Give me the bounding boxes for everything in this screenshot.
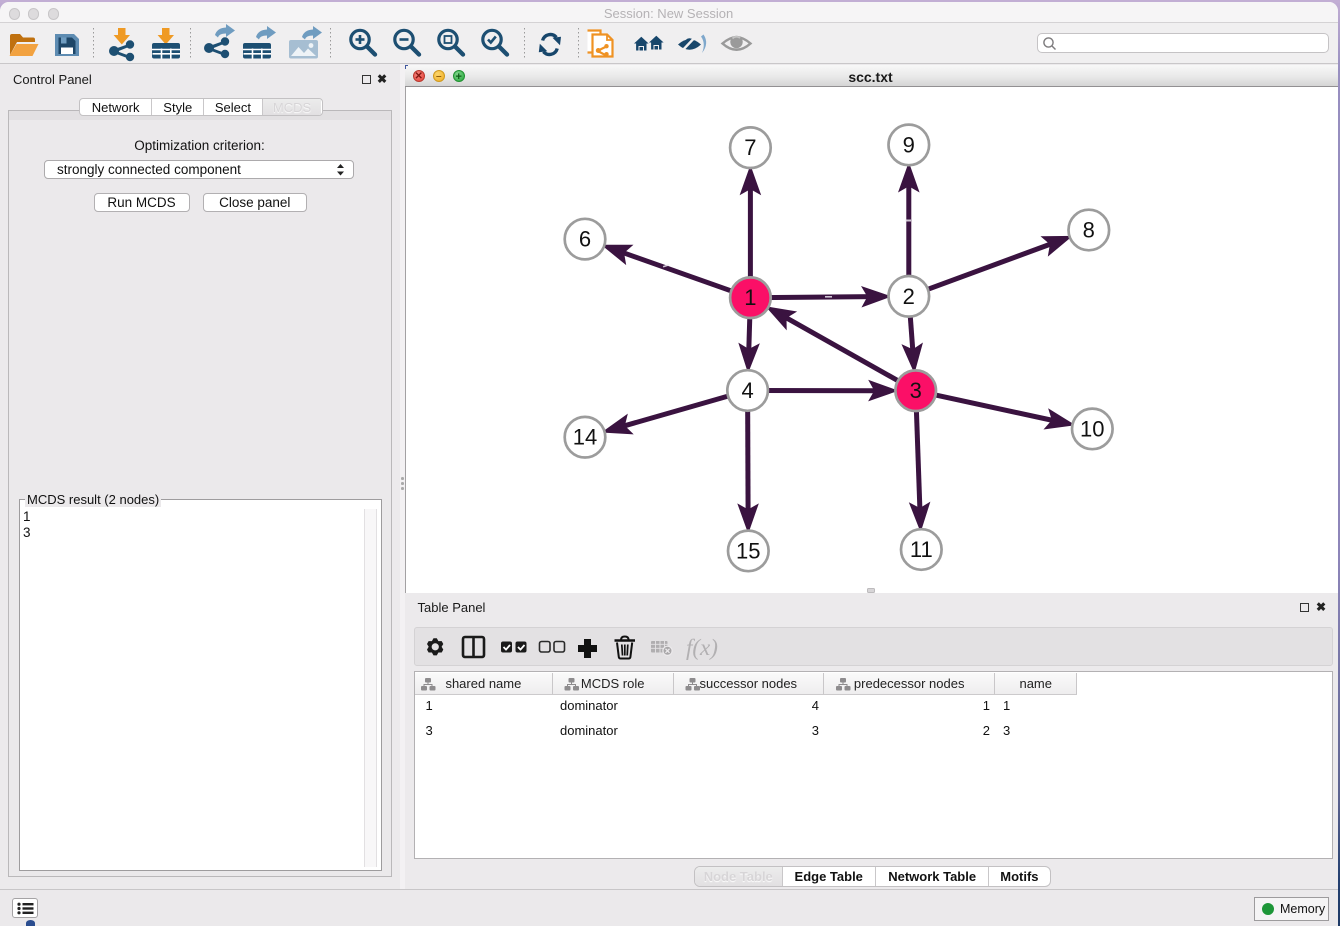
svg-text:15: 15 <box>736 538 760 563</box>
svg-text:1: 1 <box>744 285 756 310</box>
svg-text:2: 2 <box>903 283 915 308</box>
svg-text:8: 8 <box>1083 217 1095 242</box>
svg-text:14: 14 <box>573 424 597 449</box>
svg-text:f(x): f(x) <box>686 635 718 660</box>
svg-text:7: 7 <box>744 135 756 160</box>
svg-text:4: 4 <box>741 378 753 403</box>
svg-text:3: 3 <box>910 378 922 403</box>
svg-text:11: 11 <box>910 537 933 562</box>
svg-text:6: 6 <box>579 226 591 251</box>
svg-text:10: 10 <box>1080 416 1104 441</box>
svg-text:9: 9 <box>903 132 915 157</box>
